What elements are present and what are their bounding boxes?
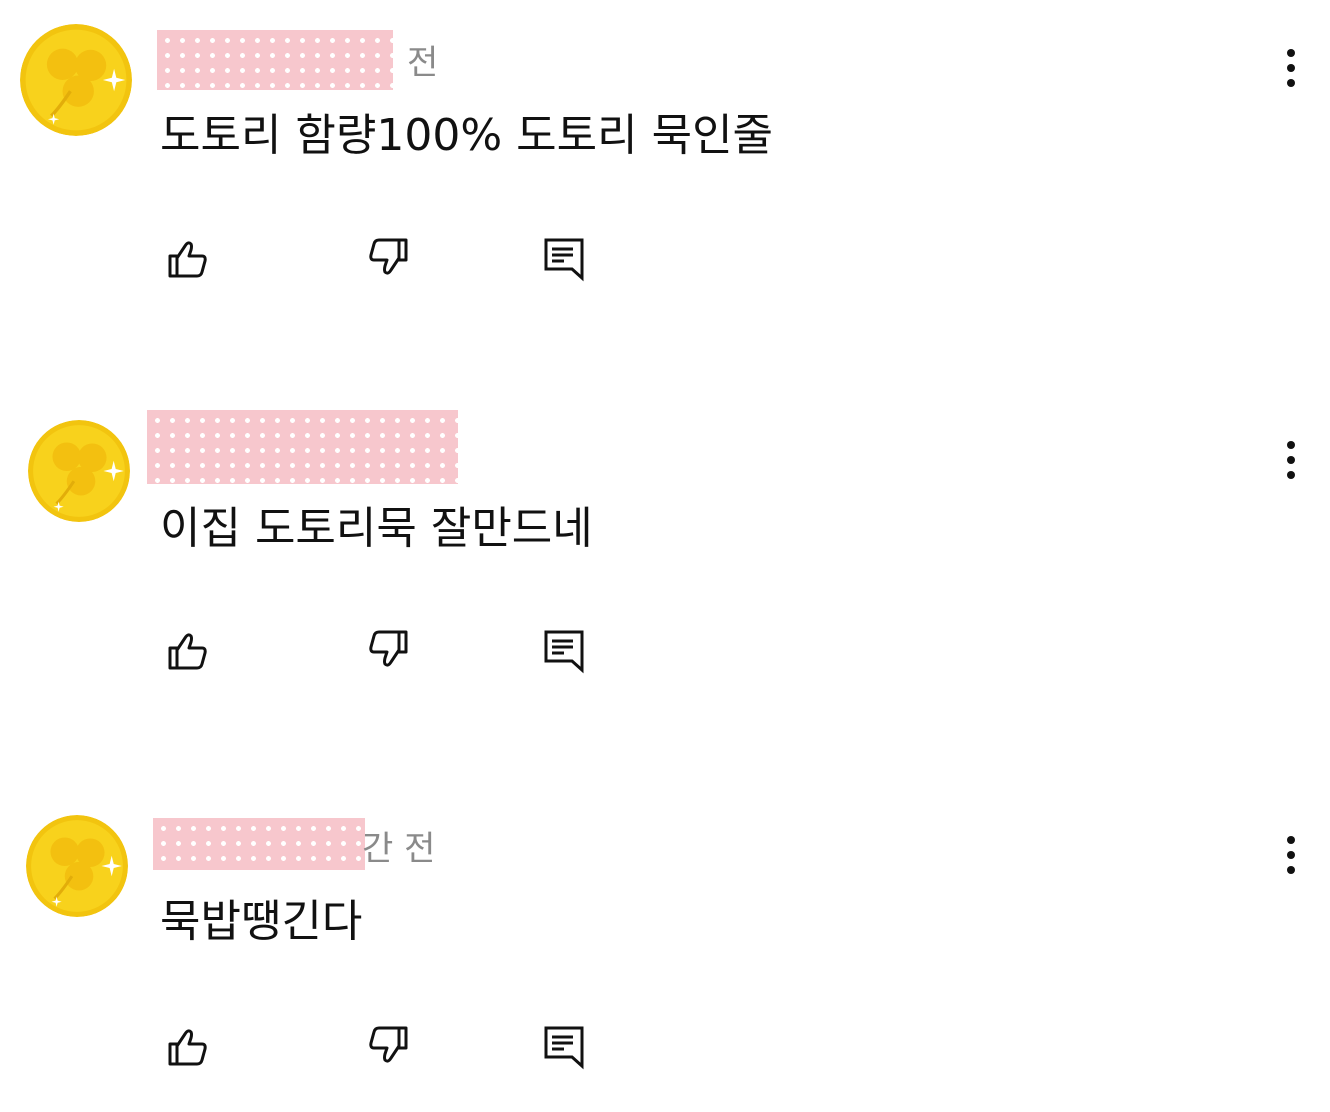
more-vertical-icon[interactable]	[1274, 827, 1308, 883]
yellow-clover-coin-icon	[26, 815, 128, 917]
thumb-up-icon	[168, 1029, 207, 1066]
like-button[interactable]	[160, 230, 216, 286]
comment-text: 도토리 함량100% 도토리 묵인줄	[160, 110, 774, 161]
reply-button[interactable]	[536, 622, 592, 678]
dislike-button[interactable]	[360, 230, 416, 286]
comment-time: 간 전	[362, 829, 436, 869]
more-vertical-icon[interactable]	[1274, 40, 1308, 96]
more-vertical-icon[interactable]	[1274, 432, 1308, 488]
reply-comment-icon	[544, 630, 584, 674]
redacted-username	[147, 410, 458, 484]
comment-item: 전 도토리 함량100% 도토리 묵인줄	[0, 0, 1330, 300]
like-button[interactable]	[160, 1018, 216, 1074]
reply-comment-icon	[544, 1026, 584, 1070]
yellow-clover-coin-icon	[28, 420, 130, 522]
thumb-down-icon	[369, 630, 408, 667]
redacted-username	[153, 818, 365, 870]
yellow-clover-coin-icon	[20, 24, 132, 136]
dislike-button[interactable]	[360, 622, 416, 678]
thumb-up-icon	[168, 633, 207, 670]
avatar[interactable]	[26, 815, 128, 917]
thumb-down-icon	[369, 238, 408, 275]
avatar[interactable]	[20, 24, 132, 136]
comment-item: 이집 도토리묵 잘만드네	[0, 395, 1330, 695]
thumb-down-icon	[369, 1026, 408, 1063]
reply-comment-icon	[544, 238, 584, 282]
comment-item: 간 전 묵밥땡긴다	[0, 790, 1330, 1090]
redacted-username	[157, 30, 393, 90]
reply-button[interactable]	[536, 230, 592, 286]
thumb-up-icon	[168, 241, 207, 278]
avatar[interactable]	[28, 420, 130, 522]
comment-text: 이집 도토리묵 잘만드네	[160, 503, 593, 554]
reply-button[interactable]	[536, 1018, 592, 1074]
dislike-button[interactable]	[360, 1018, 416, 1074]
comment-text: 묵밥땡긴다	[160, 896, 363, 947]
like-button[interactable]	[160, 622, 216, 678]
comment-time: 전	[407, 43, 439, 83]
